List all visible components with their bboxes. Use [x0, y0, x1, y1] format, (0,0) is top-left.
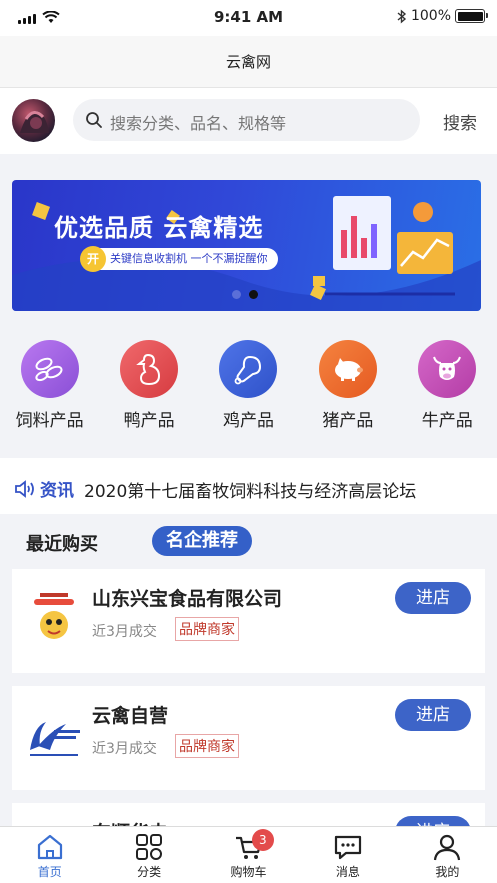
shop-name: 云禽自营	[92, 705, 169, 727]
feed-icon	[20, 340, 79, 398]
banner-dot-2[interactable]	[249, 290, 258, 299]
banner-tagline: 关键信息收割机 一个不漏捉醒你	[82, 248, 278, 270]
search-icon	[86, 112, 102, 128]
status-bar: 9:41 AM 100%	[0, 0, 497, 36]
duck-icon	[120, 340, 179, 398]
category-cow[interactable]: 牛产品	[398, 340, 497, 440]
tab-label: 分类	[137, 865, 162, 879]
grid-icon	[136, 834, 163, 860]
avatar[interactable]	[12, 99, 55, 142]
tab-label: 购物车	[230, 865, 267, 879]
shop-tabs: 最近购买 名企推荐	[0, 514, 497, 568]
brand-badge: 品牌商家	[175, 617, 239, 641]
cart-count-badge: 3	[251, 829, 274, 851]
battery-percent: 100%	[410, 8, 451, 24]
news-ticker[interactable]: 资讯 2020第十七届畜牧饲料科技与经济高层论坛	[0, 458, 497, 514]
banner-headline: 优选品质 云禽精选	[54, 214, 264, 242]
nav-bar: 云禽网	[0, 36, 497, 88]
page-title: 云禽网	[225, 53, 271, 71]
enter-shop-button[interactable]: 进店	[395, 816, 471, 826]
bottom-tab-bar: 首页 分类 3 购物车 消息 我的	[0, 826, 497, 883]
category-duck[interactable]: 鸭产品	[99, 340, 198, 440]
tab-profile[interactable]: 我的	[398, 827, 497, 883]
analytics-illustration	[313, 196, 455, 296]
category-chicken[interactable]: 鸡产品	[199, 340, 298, 440]
brand-badge: 品牌商家	[175, 734, 239, 758]
category-label: 鸭产品	[123, 411, 175, 431]
shop-logo	[34, 593, 74, 639]
status-right: 100%	[397, 8, 488, 24]
category-label: 鸡产品	[222, 411, 274, 431]
news-headline[interactable]: 2020第十七届畜牧饲料科技与经济高层论坛	[84, 477, 416, 502]
category-label: 猪产品	[322, 411, 374, 431]
news-tag: 资讯	[14, 476, 74, 501]
category-feed[interactable]: 饲料产品	[0, 340, 99, 440]
speaker-icon	[15, 479, 34, 498]
category-pig[interactable]: 猪产品	[298, 340, 397, 440]
banner-dot-1[interactable]	[232, 290, 241, 299]
category-nav: 饲料产品 鸭产品 鸡产品 猪产品 牛产品	[0, 340, 497, 440]
search-row: 搜索分类、品名、规格等 搜索	[0, 88, 497, 154]
enter-shop-button[interactable]: 进店	[395, 699, 471, 731]
search-button[interactable]: 搜索	[443, 109, 477, 134]
tab-cart[interactable]: 3 购物车	[199, 827, 298, 883]
search-placeholder: 搜索分类、品名、规格等	[110, 114, 287, 133]
pig-icon	[318, 340, 377, 398]
category-label: 牛产品	[421, 411, 473, 431]
chicken-leg-icon	[219, 340, 278, 398]
shop-name: 山东兴宝食品有限公司	[92, 588, 283, 610]
tab-label: 我的	[435, 865, 460, 879]
category-label: 饲料产品	[15, 411, 84, 431]
battery-icon	[455, 9, 488, 23]
shop-deal-stat: 近3月成交	[92, 624, 157, 640]
cow-icon	[418, 340, 477, 398]
search-input[interactable]: 搜索分类、品名、规格等	[73, 99, 420, 141]
news-tag-label: 资讯	[40, 481, 74, 501]
shop-deal-stat: 近3月成交	[92, 741, 157, 757]
message-icon	[334, 835, 362, 860]
tab-label: 首页	[37, 865, 62, 879]
tab-category[interactable]: 分类	[99, 827, 198, 883]
promo-banner[interactable]: 优选品质 云禽精选 关键信息收割机 一个不漏捉醒你 开	[12, 180, 481, 311]
user-icon	[434, 834, 461, 861]
banner-pagination	[232, 290, 258, 299]
tab-recent-purchases[interactable]: 最近购买	[26, 530, 98, 556]
enter-shop-button[interactable]: 进店	[395, 582, 471, 614]
tab-messages[interactable]: 消息	[298, 827, 397, 883]
shop-card[interactable]: 东顺华电 进店	[12, 803, 485, 826]
shop-name: 东顺华电	[92, 818, 168, 826]
home-icon	[37, 834, 62, 860]
shop-card[interactable]: 云禽自营 近3月成交 品牌商家 进店	[12, 686, 485, 790]
shop-card[interactable]: 山东兴宝食品有限公司 近3月成交 品牌商家 进店	[12, 569, 485, 673]
banner-badge: 开	[80, 246, 106, 272]
shop-logo	[30, 722, 80, 756]
bluetooth-icon	[397, 8, 407, 24]
tab-home[interactable]: 首页	[0, 827, 99, 883]
tab-label: 消息	[335, 865, 360, 879]
tab-recommended[interactable]: 名企推荐	[152, 526, 252, 556]
